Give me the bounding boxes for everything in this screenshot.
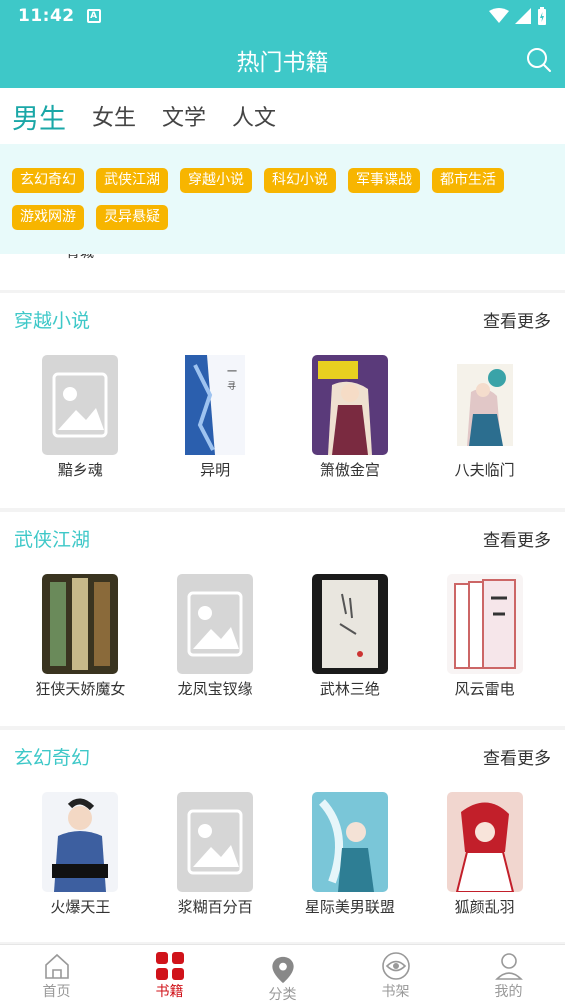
book-cover-image [311, 355, 388, 455]
wifi-icon [489, 8, 509, 23]
book-card[interactable]: 狂侠天娇魔女 [13, 574, 148, 699]
book-title: 八夫临门 [454, 461, 515, 479]
genre-tag[interactable]: 科幻小说 [264, 168, 336, 193]
genre-tag[interactable]: 军事谍战 [348, 168, 420, 193]
genre-tag[interactable]: 玄幻奇幻 [12, 168, 84, 193]
book-title: 狐颜乱羽 [454, 898, 515, 916]
nav-books[interactable]: 书籍 [113, 945, 226, 1004]
section-title: 穿越小说 [14, 309, 91, 332]
nav-mine[interactable]: 我的 [452, 945, 565, 1004]
book-title: 箫傲金宫 [319, 461, 380, 479]
gender-tabs: 男生 女生 文学 人文 [0, 88, 565, 144]
page-title: 热门书籍 [236, 50, 329, 76]
app-notification-icon: A [86, 9, 101, 23]
nav-home[interactable]: 首页 [0, 945, 113, 1004]
signal-icon [515, 8, 531, 24]
book-cover-placeholder-icon [177, 792, 254, 892]
svg-text:一: 一 [227, 367, 237, 378]
section-header: 武侠江湖 查看更多 [0, 512, 565, 564]
book-cover-image [42, 574, 119, 674]
app-header: 热门书籍 [0, 32, 565, 88]
nav-label: 我的 [494, 984, 523, 1000]
book-section: 玄幻奇幻 查看更多 火爆天王 浆糊百分百 星际美男联盟 狐颜乱羽 [0, 730, 565, 942]
book-card[interactable]: 星际美男联盟 [283, 792, 418, 917]
book-card[interactable]: 火爆天王 [13, 792, 148, 917]
book-row: 火爆天王 浆糊百分百 星际美男联盟 狐颜乱羽 [0, 782, 565, 917]
book-card[interactable]: 风云雷电 [417, 574, 552, 699]
nav-bookshelf[interactable]: 书架 [339, 945, 452, 1004]
view-more-link[interactable]: 查看更多 [483, 744, 551, 769]
book-title: 星际美男联盟 [304, 898, 395, 916]
view-more-link[interactable]: 查看更多 [483, 307, 551, 332]
genre-tag[interactable]: 武侠江湖 [96, 168, 168, 193]
book-section: 武侠江湖 查看更多 狂侠天娇魔女 龙凤宝钗缘 武林三绝 风云雷电 [0, 512, 565, 726]
tab-male[interactable]: 男生 [12, 97, 66, 136]
book-card[interactable]: 八夫临门 [417, 355, 552, 480]
book-row: 黯乡魂 一寻 异明 箫傲金宫 八夫临门 [0, 345, 565, 480]
book-cover-image [311, 574, 388, 674]
bottom-nav: 首页 书籍 分类 书架 我的 [0, 944, 565, 1004]
tab-humanities[interactable]: 人文 [232, 100, 276, 132]
peek-text: 青城 [66, 254, 94, 262]
status-bar: 11:42 A [0, 0, 565, 32]
search-icon[interactable] [525, 46, 553, 74]
view-more-link[interactable]: 查看更多 [483, 526, 551, 551]
section-title: 玄幻奇幻 [14, 746, 91, 769]
book-title: 黯乡魂 [57, 461, 103, 479]
book-title: 浆糊百分百 [177, 898, 253, 916]
svg-text:寻: 寻 [227, 381, 236, 392]
genre-tag[interactable]: 灵异悬疑 [96, 205, 168, 230]
section-header: 穿越小说 查看更多 [0, 293, 565, 345]
book-cover-image [42, 792, 119, 892]
person-icon [494, 953, 523, 980]
book-title: 火爆天王 [50, 898, 111, 916]
book-title: 异明 [200, 461, 231, 479]
status-time: 11:42 [18, 6, 75, 26]
nav-label: 书籍 [155, 984, 184, 1000]
location-pin-icon [271, 956, 294, 984]
nav-category[interactable]: 分类 [226, 945, 339, 1004]
book-title: 武林三绝 [319, 680, 380, 698]
genre-tag[interactable]: 都市生活 [432, 168, 504, 193]
genre-tag[interactable]: 穿越小说 [180, 168, 252, 193]
section-title: 武侠江湖 [14, 528, 91, 551]
book-cover-placeholder-icon [177, 574, 254, 674]
tab-literature[interactable]: 文学 [162, 100, 206, 132]
tab-female[interactable]: 女生 [92, 100, 136, 132]
book-cover-image [447, 355, 523, 455]
book-card[interactable]: 箫傲金宫 [283, 355, 418, 480]
nav-label: 首页 [42, 984, 71, 1000]
book-title: 狂侠天娇魔女 [35, 680, 126, 698]
book-section: 穿越小说 查看更多 黯乡魂 一寻 异明 箫傲金宫 八夫临门 [0, 293, 565, 508]
section-header: 玄幻奇幻 查看更多 [0, 730, 565, 782]
nav-label: 分类 [268, 987, 297, 1003]
book-card[interactable]: 浆糊百分百 [148, 792, 283, 917]
book-cover-placeholder-icon [42, 355, 119, 455]
book-card[interactable]: 一寻 异明 [148, 355, 283, 480]
battery-icon [538, 7, 546, 25]
nav-label: 书架 [381, 984, 410, 1000]
book-title: 风云雷电 [454, 680, 515, 698]
book-cover-image [446, 792, 523, 892]
book-card[interactable]: 黯乡魂 [13, 355, 148, 480]
grid-icon [155, 952, 184, 980]
book-card[interactable]: 龙凤宝钗缘 [148, 574, 283, 699]
book-cover-image [311, 792, 388, 892]
book-row: 狂侠天娇魔女 龙凤宝钗缘 武林三绝 风云雷电 [0, 564, 565, 699]
genre-tag-panel: 玄幻奇幻 武侠江湖 穿越小说 科幻小说 军事谍战 都市生活 游戏网游 灵异悬疑 [0, 144, 565, 254]
book-card[interactable]: 狐颜乱羽 [417, 792, 552, 917]
book-cover-image [446, 574, 523, 674]
book-cover-image: 一寻 [177, 355, 253, 455]
scrolled-content-peek: 青城 [0, 254, 565, 290]
genre-tag[interactable]: 游戏网游 [12, 205, 84, 230]
home-icon [44, 953, 69, 979]
eye-icon [381, 952, 410, 980]
book-title: 龙凤宝钗缘 [177, 680, 253, 698]
book-card[interactable]: 武林三绝 [283, 574, 418, 699]
